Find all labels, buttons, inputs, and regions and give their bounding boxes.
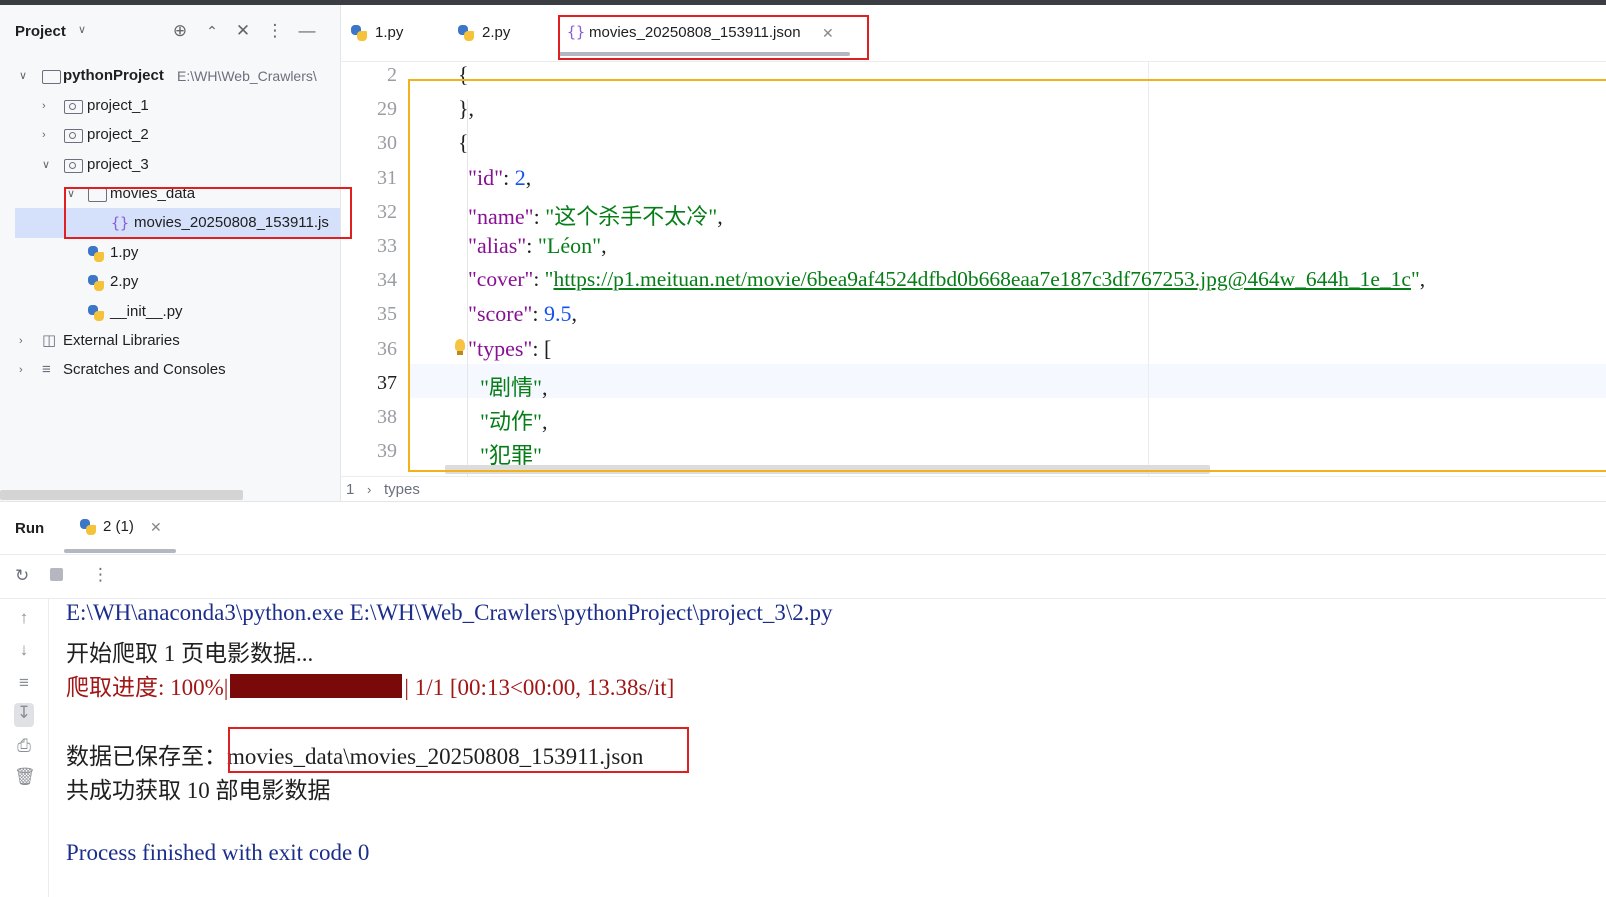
tree-item-label: __init__.py bbox=[110, 303, 183, 320]
tree-item-label: project_3 bbox=[87, 156, 149, 173]
project-panel: Project ∨ ⊕ ⌃ ✕ ⋮ — ∨ pythonProject E:\W… bbox=[0, 5, 341, 513]
tree-root-pythonproject[interactable]: ∨ pythonProject E:\WH\Web_Crawlers\ bbox=[0, 61, 340, 91]
python-file-icon bbox=[80, 519, 96, 535]
chevron-right-icon[interactable]: › bbox=[19, 326, 23, 356]
chevron-right-icon[interactable]: › bbox=[42, 120, 46, 150]
run-panel: Run 2 (1) ✕ ↻ ⋮ ↑ ↓ ≡ ↧ ⎙ 🗑 E:\WH\anacon… bbox=[0, 501, 1606, 897]
tab-label: 1.py bbox=[375, 24, 404, 41]
progress-suffix: | 1/1 [00:13<00:00, 13.38s/it] bbox=[404, 675, 675, 700]
highlight-box-saved-path bbox=[228, 727, 689, 773]
breadcrumb-path[interactable]: types bbox=[384, 477, 420, 502]
project-panel-title[interactable]: Project bbox=[15, 23, 66, 40]
line-number: 30 bbox=[377, 132, 397, 154]
python-file-icon bbox=[351, 25, 367, 41]
console-start-line: 开始爬取 1 页电影数据... bbox=[66, 641, 314, 666]
expand-all-icon[interactable]: ⌃ bbox=[202, 23, 222, 40]
highlight-box-json-content bbox=[408, 79, 1606, 472]
progress-prefix: 爬取进度: 100%| bbox=[66, 675, 229, 700]
package-dot-icon bbox=[69, 162, 76, 169]
soft-wrap-icon[interactable]: ≡ bbox=[14, 673, 34, 693]
more-options-icon[interactable]: ⋮ bbox=[265, 21, 285, 41]
arrow-up-icon[interactable]: ↑ bbox=[14, 608, 34, 628]
tree-item-label: 1.py bbox=[110, 244, 139, 261]
line-number: 36 bbox=[377, 338, 397, 360]
tree-item-label: External Libraries bbox=[63, 332, 180, 349]
library-icon: ◫ bbox=[42, 332, 57, 349]
rerun-icon[interactable]: ↻ bbox=[15, 566, 29, 586]
chevron-right-icon[interactable]: › bbox=[19, 355, 23, 385]
console-finished-line: Process finished with exit code 0 bbox=[66, 840, 370, 865]
project-panel-header: Project ∨ ⊕ ⌃ ✕ ⋮ — bbox=[0, 5, 340, 60]
tree-item-project-3[interactable]: ∨ project_3 bbox=[0, 150, 340, 180]
line-number: 34 bbox=[377, 269, 397, 291]
arrow-down-icon[interactable]: ↓ bbox=[14, 640, 34, 660]
saved-prefix: 数据已保存至： bbox=[66, 744, 227, 769]
console-count-line: 共成功获取 10 部电影数据 bbox=[66, 778, 331, 803]
project-horizontal-scrollbar[interactable] bbox=[0, 490, 243, 500]
chevron-down-icon[interactable]: ∨ bbox=[78, 23, 86, 36]
breadcrumb: 1 › types bbox=[341, 476, 1606, 502]
line-number-current: 37 bbox=[377, 372, 397, 394]
tree-item-label: 2.py bbox=[110, 273, 139, 290]
python-file-icon bbox=[88, 275, 104, 291]
root-project-path: E:\WH\Web_Crawlers\ bbox=[177, 68, 317, 84]
progress-bar-fill bbox=[230, 674, 403, 698]
python-file-icon bbox=[458, 25, 474, 41]
line-number: 29 bbox=[377, 98, 397, 120]
tree-item-label: Scratches and Consoles bbox=[63, 361, 226, 378]
minimize-icon[interactable]: — bbox=[297, 21, 317, 41]
tree-item-project-1[interactable]: › project_1 bbox=[0, 91, 340, 121]
console-side-toolbar: ↑ ↓ ≡ ↧ ⎙ 🗑 bbox=[0, 598, 49, 897]
console-command-line: E:\WH\anaconda3\python.exe E:\WH\Web_Cra… bbox=[66, 600, 833, 625]
line-number: 39 bbox=[377, 440, 397, 462]
close-icon[interactable]: ✕ bbox=[150, 519, 162, 536]
tree-item-1-py[interactable]: 1.py bbox=[0, 238, 340, 268]
package-dot-icon bbox=[69, 132, 76, 139]
scroll-to-end-icon[interactable]: ↧ bbox=[14, 703, 34, 727]
package-dot-icon bbox=[69, 103, 76, 110]
run-panel-title[interactable]: Run bbox=[15, 520, 44, 537]
python-file-icon bbox=[88, 305, 104, 321]
run-tab-label[interactable]: 2 (1) bbox=[103, 518, 134, 535]
chevron-down-icon[interactable]: ∨ bbox=[19, 61, 27, 91]
line-number: 35 bbox=[377, 303, 397, 325]
tree-item-scratches[interactable]: › ≡ Scratches and Consoles bbox=[0, 355, 340, 385]
tree-item-project-2[interactable]: › project_2 bbox=[0, 120, 340, 150]
chevron-down-icon[interactable]: ∨ bbox=[42, 150, 50, 180]
tree-item-init-py[interactable]: __init__.py bbox=[0, 297, 340, 327]
console-progress-line: 爬取进度: 100%| | 1/1 [00:13<00:00, 13.38s/it… bbox=[66, 668, 674, 702]
highlight-box-json-tab bbox=[558, 15, 869, 60]
tab-label: 2.py bbox=[482, 24, 511, 41]
run-toolbar: ↻ ⋮ bbox=[0, 554, 1606, 599]
tree-item-label: project_2 bbox=[87, 126, 149, 143]
folder-icon bbox=[42, 70, 61, 84]
tree-item-label: project_1 bbox=[87, 97, 149, 114]
line-number: 38 bbox=[377, 406, 397, 428]
root-project-name: pythonProject bbox=[63, 67, 164, 84]
chevron-right-icon: › bbox=[367, 482, 372, 497]
trash-icon[interactable]: 🗑 bbox=[14, 767, 36, 787]
locate-target-icon[interactable]: ⊕ bbox=[170, 21, 190, 41]
stop-icon[interactable] bbox=[50, 568, 63, 581]
more-options-icon[interactable]: ⋮ bbox=[92, 565, 109, 585]
collapse-all-icon[interactable]: ✕ bbox=[233, 21, 253, 41]
scratches-icon: ≡ bbox=[42, 361, 51, 378]
line-number: 2 bbox=[387, 64, 397, 86]
run-header: Run 2 (1) ✕ bbox=[0, 502, 1606, 555]
active-run-tab-indicator bbox=[64, 549, 176, 553]
breadcrumb-index[interactable]: 1 bbox=[346, 477, 354, 502]
tree-item-2-py[interactable]: 2.py bbox=[0, 267, 340, 297]
print-icon[interactable]: ⎙ bbox=[14, 736, 34, 756]
editor-tabs: 1.py 2.py {} movies_20250808_153911.json… bbox=[341, 5, 1606, 62]
python-file-icon bbox=[88, 246, 104, 262]
chevron-right-icon[interactable]: › bbox=[42, 91, 46, 121]
tree-item-external-libraries[interactable]: › ◫ External Libraries bbox=[0, 326, 340, 356]
highlight-box-json-file bbox=[64, 187, 352, 239]
